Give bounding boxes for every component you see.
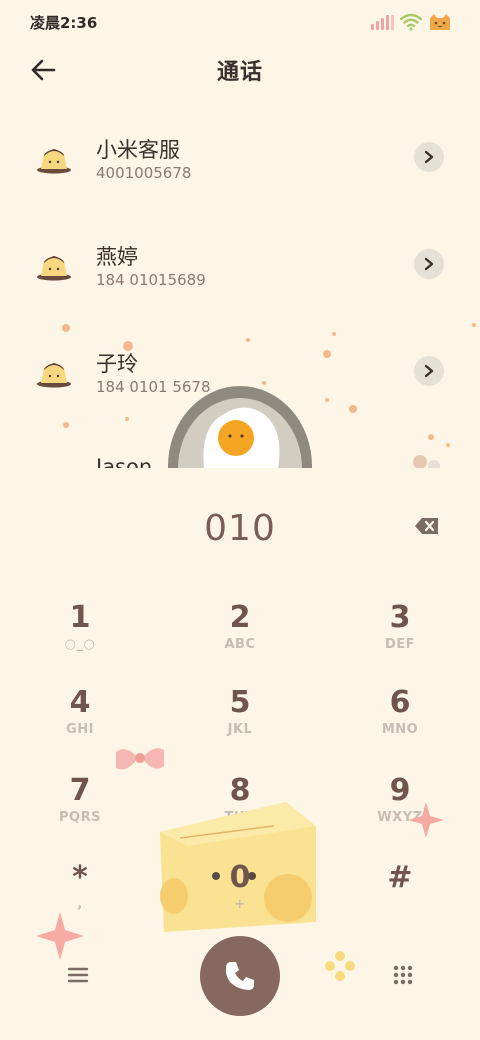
- contact-detail-button[interactable]: [414, 249, 444, 279]
- key-letters: ,: [77, 897, 83, 912]
- status-icons: [371, 12, 452, 32]
- contact-detail-button[interactable]: [414, 142, 444, 172]
- wifi-icon: [400, 13, 422, 31]
- key-letters: MNO: [381, 722, 419, 737]
- chevron-right-icon: [424, 257, 434, 271]
- key-digit: 8: [229, 773, 251, 808]
- key-digit: 0: [229, 860, 251, 895]
- key-letters: DEF: [384, 637, 416, 652]
- phone-icon: [225, 962, 254, 990]
- contact-name: 燕婷: [96, 245, 138, 269]
- key-digit: #: [387, 860, 413, 895]
- chevron-right-icon: [424, 364, 434, 378]
- call-button[interactable]: [200, 936, 280, 1016]
- dialpad-icon[interactable]: [392, 964, 414, 986]
- pudding-avatar-icon: [37, 256, 71, 281]
- key-digit: 2: [229, 600, 251, 635]
- key-letters: GHI: [66, 722, 94, 737]
- dialed-number: 010: [204, 507, 276, 549]
- page-title: 通话: [216, 60, 263, 85]
- key-letters: PQRS: [59, 810, 101, 825]
- arrow-left-icon[interactable]: [28, 56, 60, 84]
- key-2[interactable]: 2 ABC: [180, 600, 300, 680]
- contact-number: 4001005678: [96, 164, 192, 182]
- pudding-avatar-icon: [37, 149, 71, 174]
- call-log-item[interactable]: Jason: [0, 431, 480, 468]
- bottom-bar: [0, 932, 480, 1032]
- menu-icon[interactable]: [66, 964, 90, 986]
- flower-decoration: [325, 951, 355, 981]
- pudding-avatar-icon: [37, 363, 71, 388]
- status-bar: 凌晨2:36: [0, 0, 480, 44]
- call-log-item[interactable]: 燕婷 184 01015689: [0, 217, 480, 313]
- signal-icon: [371, 14, 394, 30]
- key-9[interactable]: 9 WXYZ: [340, 773, 460, 853]
- battery-cat-icon: [430, 14, 450, 30]
- key-digit: 4: [69, 685, 91, 720]
- key-digit: 6: [389, 685, 411, 720]
- key-star[interactable]: * ,: [20, 860, 140, 940]
- call-log-item[interactable]: 小米客服 4001005678: [0, 110, 480, 206]
- key-8[interactable]: 8 TUV: [180, 773, 300, 853]
- key-digit: 1: [69, 600, 91, 635]
- key-letters: JKL: [227, 722, 253, 737]
- key-7[interactable]: 7 PQRS: [20, 773, 140, 853]
- key-0[interactable]: 0 +: [180, 860, 300, 940]
- key-letters: ABC: [224, 637, 256, 652]
- pudding-avatar-icon: [36, 461, 72, 468]
- contact-name: 子玲: [96, 352, 138, 376]
- key-digit: 7: [69, 773, 91, 808]
- key-hash[interactable]: #: [340, 860, 460, 940]
- key-letters: TUV: [224, 810, 256, 825]
- status-time: 凌晨2:36: [30, 13, 98, 32]
- call-log-list: 小米客服 4001005678 燕婷 184 01015689 子玲 184 0…: [0, 110, 480, 468]
- contact-name: Jason: [96, 455, 153, 468]
- key-letters: WXYZ: [377, 810, 423, 825]
- header: 通话: [0, 44, 480, 96]
- key-digit: 9: [389, 773, 411, 808]
- key-digit: 3: [389, 600, 411, 635]
- contact-detail-button[interactable]: [414, 356, 444, 386]
- keypad: 1 ○_○ 2 ABC 3 DEF 4 GHI 5 JKL 6 MNO 7 PQ…: [0, 590, 480, 960]
- key-letters: ○_○: [64, 637, 96, 652]
- key-digit: *: [72, 860, 88, 895]
- key-3[interactable]: 3 DEF: [340, 600, 460, 680]
- key-1[interactable]: 1 ○_○: [20, 600, 140, 680]
- contact-name: 小米客服: [96, 138, 180, 162]
- key-5[interactable]: 5 JKL: [180, 685, 300, 765]
- chevron-right-icon: [424, 150, 434, 164]
- call-log-item[interactable]: 子玲 184 0101 5678: [0, 324, 480, 420]
- backspace-icon[interactable]: [414, 516, 440, 536]
- key-6[interactable]: 6 MNO: [340, 685, 460, 765]
- contact-number: 184 01015689: [96, 271, 206, 289]
- key-4[interactable]: 4 GHI: [20, 685, 140, 765]
- dial-input[interactable]: 010: [0, 490, 480, 566]
- contact-number: 184 0101 5678: [96, 378, 211, 396]
- key-letters: +: [234, 897, 246, 912]
- key-digit: 5: [229, 685, 251, 720]
